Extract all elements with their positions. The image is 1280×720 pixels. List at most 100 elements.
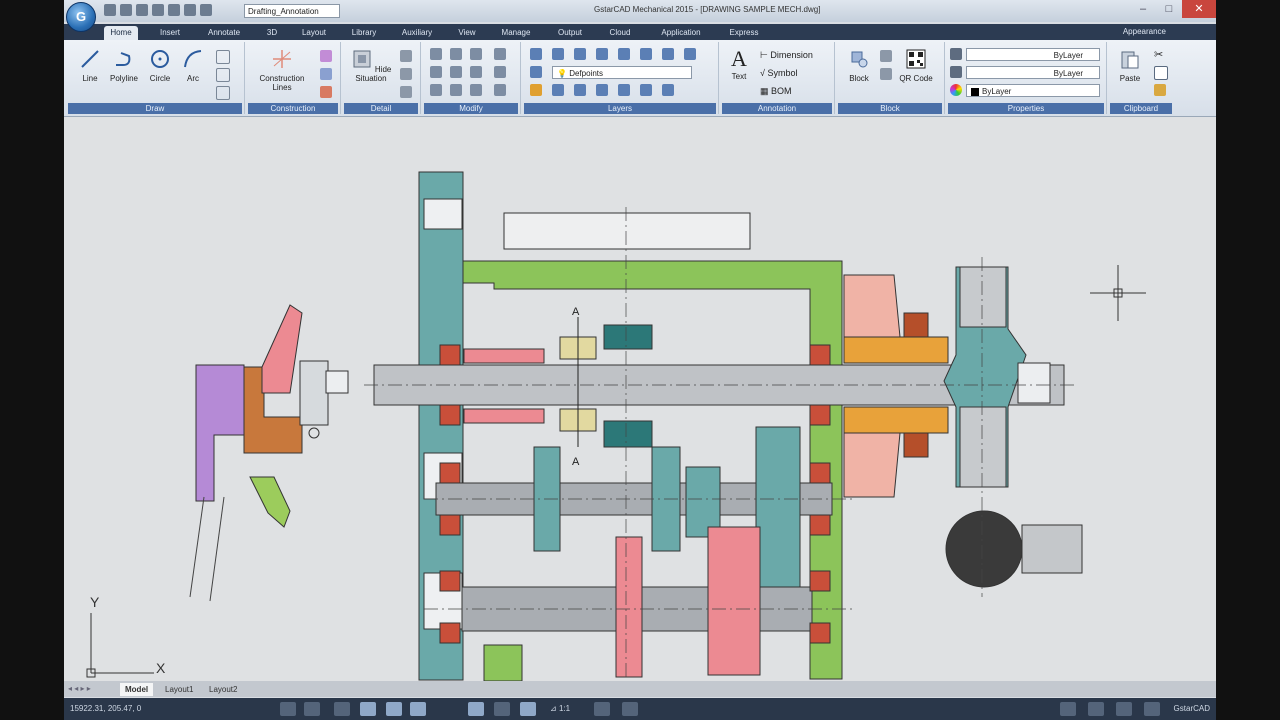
tab-3d[interactable]: 3D: [260, 26, 284, 40]
tab-layout2[interactable]: Layout2: [204, 683, 242, 696]
rotate-icon[interactable]: [450, 48, 462, 60]
annotation-visibility-icon[interactable]: [594, 702, 610, 716]
qr-code-button[interactable]: QR Code: [898, 48, 934, 83]
layer-icon[interactable]: [618, 84, 630, 96]
tab-annotate[interactable]: Annotate: [200, 26, 248, 40]
dimension-button[interactable]: ⊢ Dimension: [760, 50, 813, 61]
open-icon[interactable]: [120, 4, 132, 16]
trim-icon[interactable]: [470, 84, 482, 96]
close-icon[interactable]: ✕: [1182, 0, 1216, 18]
polyline-button[interactable]: Polyline: [106, 48, 142, 83]
model-space-icon[interactable]: [494, 702, 510, 716]
layer-icon[interactable]: [618, 48, 630, 60]
tab-output[interactable]: Output: [550, 26, 590, 40]
lineweight-dropdown[interactable]: ByLayer: [966, 66, 1100, 79]
tab-view[interactable]: View: [452, 26, 482, 40]
copy-icon[interactable]: [430, 66, 442, 78]
copy-clip-icon[interactable]: [1154, 66, 1168, 80]
workspace-selector[interactable]: Drafting_Annotation: [244, 4, 340, 18]
layer-match-icon[interactable]: [530, 66, 542, 78]
layer-icon[interactable]: [640, 48, 652, 60]
color-dropdown[interactable]: ByLayer: [966, 84, 1100, 97]
quick-view-icon[interactable]: [520, 702, 536, 716]
block-button[interactable]: Block: [842, 48, 876, 83]
paste-button[interactable]: Paste: [1112, 48, 1148, 83]
tab-model[interactable]: Model: [120, 683, 154, 696]
detail-tool-icon[interactable]: [400, 86, 412, 98]
arc-button[interactable]: Arc: [178, 48, 208, 83]
linetype-dropdown[interactable]: ByLayer: [966, 48, 1100, 61]
symbol-button[interactable]: √ Symbol: [760, 68, 797, 78]
fillet-icon[interactable]: [470, 66, 482, 78]
saveas-icon[interactable]: [152, 4, 164, 16]
rectangle-icon[interactable]: [216, 50, 230, 64]
layer-dropdown[interactable]: 💡 Defpoints: [552, 66, 692, 79]
layer-icon[interactable]: [596, 84, 608, 96]
otrack-icon[interactable]: [410, 702, 426, 716]
app-menu-button[interactable]: G: [66, 2, 96, 32]
layer-icon[interactable]: [530, 84, 542, 96]
color-icon[interactable]: [950, 48, 962, 60]
tab-library[interactable]: Library: [344, 26, 384, 40]
offset-icon[interactable]: [494, 84, 506, 96]
layer-state-icon[interactable]: [552, 48, 564, 60]
redo-icon[interactable]: [200, 4, 212, 16]
hide-situation-button[interactable]: Hide Situation: [346, 48, 396, 83]
print-icon[interactable]: [168, 4, 180, 16]
ellipse-icon[interactable]: [216, 86, 230, 100]
draw-panel-label[interactable]: Draw: [68, 103, 242, 114]
tab-manage[interactable]: Manage: [494, 26, 538, 40]
layer-icon[interactable]: [574, 84, 586, 96]
clipboard-panel-label[interactable]: Clipboard: [1110, 103, 1172, 114]
tab-application[interactable]: Application: [652, 26, 710, 40]
bom-button[interactable]: ▦ BOM: [760, 86, 792, 97]
line-button[interactable]: Line: [74, 48, 106, 83]
snap-icon[interactable]: [280, 702, 296, 716]
move-icon[interactable]: [430, 48, 442, 60]
new-icon[interactable]: [104, 4, 116, 16]
detail-tool-icon[interactable]: [400, 50, 412, 62]
lock-icon[interactable]: [1060, 702, 1076, 716]
construction-lines-button[interactable]: Construction Lines: [250, 48, 314, 92]
tab-cloud[interactable]: Cloud: [602, 26, 638, 40]
annotation-scale[interactable]: ⊿ 1:1: [550, 704, 570, 713]
text-button[interactable]: A Text: [724, 48, 754, 82]
layer-icon[interactable]: [662, 48, 674, 60]
block-tool-icon[interactable]: [880, 50, 892, 62]
scale-icon[interactable]: [450, 84, 462, 96]
appearance-menu[interactable]: Appearance: [1123, 27, 1166, 36]
layer-properties-icon[interactable]: [530, 48, 542, 60]
layer-icon[interactable]: [684, 48, 696, 60]
layer-icon[interactable]: [662, 84, 674, 96]
tab-express[interactable]: Express: [724, 26, 764, 40]
properties-panel-label[interactable]: Properties: [948, 103, 1104, 114]
undo-icon[interactable]: [184, 4, 196, 16]
hatch-icon[interactable]: [216, 68, 230, 82]
hardware-acceleration-icon[interactable]: [1088, 702, 1104, 716]
c-rect-icon[interactable]: [320, 68, 332, 80]
save-icon[interactable]: [136, 4, 148, 16]
layer-icon[interactable]: [640, 84, 652, 96]
tab-nav-arrows-icon[interactable]: ◂ ◂ ▸ ▸: [68, 684, 91, 693]
mirror-icon[interactable]: [450, 66, 462, 78]
construction-panel-label[interactable]: Construction: [248, 103, 338, 114]
c-circle-icon[interactable]: [320, 50, 332, 62]
maximize-icon[interactable]: □: [1156, 0, 1182, 18]
detail-tool-icon[interactable]: [400, 68, 412, 80]
isolate-objects-icon[interactable]: [1116, 702, 1132, 716]
array-icon[interactable]: [470, 48, 482, 60]
polar-icon[interactable]: [360, 702, 376, 716]
tab-home[interactable]: Home: [104, 26, 138, 40]
osnap-icon[interactable]: [386, 702, 402, 716]
tab-auxiliary[interactable]: Auxiliary: [394, 26, 440, 40]
color-wheel-icon[interactable]: [950, 84, 962, 96]
match-properties-icon[interactable]: [1154, 84, 1166, 96]
lineweight-toggle-icon[interactable]: [468, 702, 484, 716]
layer-icon[interactable]: [596, 48, 608, 60]
tab-insert[interactable]: Insert: [152, 26, 188, 40]
explode-icon[interactable]: [494, 66, 506, 78]
cut-icon[interactable]: ✂: [1154, 48, 1163, 61]
lineweight-icon[interactable]: [950, 66, 962, 78]
erase-icon[interactable]: [494, 48, 506, 60]
drawing-canvas[interactable]: A A Y X: [64, 117, 1216, 681]
